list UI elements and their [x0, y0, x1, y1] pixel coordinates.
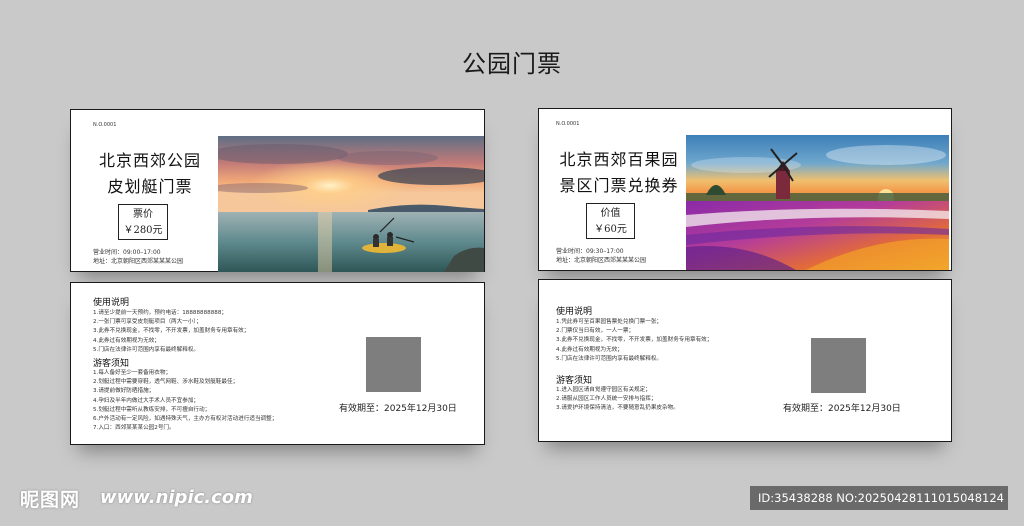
usage-item: 2.门票仅当日有效，一人一票； — [556, 328, 635, 335]
notice-list: 1.进入园区请自觉遵守园区有关规定； 2.请服从园区工作人员统一安排与指挥； 3… — [556, 386, 679, 414]
title-line-2: 景区门票兑换券 — [559, 176, 679, 195]
notice-item: 2.请服从园区工作人员统一安排与指挥； — [556, 396, 657, 403]
address: 地址：北京朝阳区西郊某某某公园 — [93, 258, 184, 265]
watermark-url: www.nipic.com — [100, 487, 253, 508]
qr-code-placeholder — [366, 337, 421, 392]
opening-hours: 营业时间：09:00–17:00 — [93, 249, 161, 256]
usage-item: 1.凭此券可至百果园售票处兑换门票一张； — [556, 319, 663, 325]
usage-item: 5.门店在法律许可范围内享有最终解释权。 — [93, 346, 200, 353]
price-label: 价值 — [600, 208, 621, 219]
notice-list: 1.每人备好至少一套备用衣物； 2.划艇过程中需要穿鞋，透气网鞋、涉水鞋及划艇鞋… — [93, 369, 277, 433]
serial-number: N.O.0001 — [93, 122, 117, 128]
opening-hours: 营业时间：09:30–17:00 — [556, 248, 624, 255]
notice-item: 2.划艇过程中需要穿鞋，透气网鞋、涉水鞋及划艇鞋最佳； — [93, 379, 239, 386]
usage-item: 4.此券过有效期视为无效； — [93, 337, 160, 344]
address: 地址：北京朝阳区西郊某某某公园 — [556, 257, 647, 264]
kayak-sunset-photo — [218, 136, 484, 272]
validity-date: 有效期至：2025年12月30日 — [339, 404, 457, 414]
notice-item: 7.入口：西郊某某某公园2号门。 — [93, 425, 175, 432]
price-box: 票价 ￥280元 — [118, 204, 168, 240]
page-title: 公园门票 — [462, 50, 562, 78]
windmill-tulip-photo — [686, 135, 949, 270]
usage-item: 5.门店在法律许可范围内享有最终解释权。 — [556, 355, 663, 362]
price-box: 价值 ￥60元 — [586, 203, 635, 239]
price-value: ￥60元 — [594, 224, 627, 235]
ticket-title: 北京西郊百果园 景区门票兑换券 — [549, 147, 689, 199]
ticket-front-orchard: N.O.0001 北京西郊百果园 景区门票兑换券 价值 ￥60元 营业时间：09… — [538, 108, 952, 271]
usage-title: 使用说明 — [556, 307, 593, 317]
serial-number: N.O.0001 — [556, 121, 580, 127]
notice-item: 1.进入园区请自觉遵守园区有关规定； — [556, 387, 651, 393]
ticket-title: 北京西郊公园 皮划艇门票 — [85, 148, 215, 200]
title-line-1: 北京西郊公园 — [98, 151, 201, 170]
usage-item: 4.此券过有效期视为无效； — [556, 346, 623, 353]
notice-item: 3.请提前做好防晒措施； — [93, 388, 155, 395]
notice-item: 3.请爱护环境保持清洁，不要随意乱扔果皮杂物。 — [556, 405, 679, 412]
notice-item: 4.孕妇及半年内做过大手术人员不宜参加； — [93, 397, 200, 404]
ticket-back-kayak: 使用说明 1.请至少提前一天预约，预约电话：18888888888； 2.一张门… — [70, 282, 485, 445]
notice-title: 游客须知 — [556, 376, 593, 386]
usage-title: 使用说明 — [93, 298, 130, 308]
watermark-logo: 昵图网 — [20, 489, 81, 511]
notice-title: 游客须知 — [93, 359, 130, 369]
usage-item: 3.此券不兑换现金，不找零，不开发票，加盖财务专用章有效； — [93, 328, 250, 335]
notice-item: 6.户外活动有一定风险，如遇特殊天气，主办方有权对活动进行适当调整； — [93, 416, 278, 423]
usage-item: 1.请至少提前一天预约，预约电话：18888888888； — [93, 310, 227, 316]
title-line-2: 皮划艇门票 — [107, 177, 193, 196]
title-line-1: 北京西郊百果园 — [559, 150, 679, 169]
ticket-back-orchard: 使用说明 1.凭此券可至百果园售票处兑换门票一张； 2.门票仅当日有效，一人一票… — [538, 279, 952, 442]
usage-item: 3.此券不兑换现金，不找零，不开发票，加盖财务专用章有效； — [556, 337, 713, 344]
usage-list: 1.凭此券可至百果园售票处兑换门票一张； 2.门票仅当日有效，一人一票； 3.此… — [556, 318, 712, 364]
price-label: 票价 — [133, 209, 153, 220]
validity-date: 有效期至：2025年12月30日 — [783, 404, 901, 414]
notice-item: 5.划艇过程中需听从教练安排，不可擅自行动； — [93, 406, 211, 413]
price-value: ￥280元 — [123, 225, 163, 236]
qr-code-placeholder — [811, 338, 866, 393]
ticket-front-kayak: N.O.0001 北京西郊公园 皮划艇门票 票价 ￥280元 营业时间：09:0… — [70, 109, 485, 272]
usage-item: 2.一张门票可享受皮划艇项目（两大一小）； — [93, 319, 202, 326]
notice-item: 1.每人备好至少一套备用衣物； — [93, 370, 172, 376]
usage-list: 1.请至少提前一天预约，预约电话：18888888888； 2.一张门票可享受皮… — [93, 309, 249, 355]
image-id-bar: ID:35438288 NO:20250428111015048124 — [750, 486, 1008, 510]
